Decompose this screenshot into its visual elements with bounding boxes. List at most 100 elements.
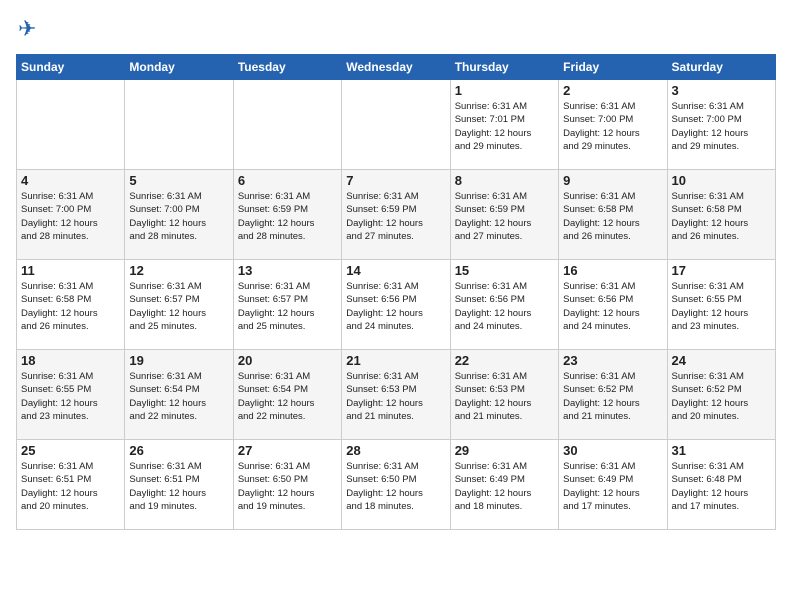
day-info: Sunrise: 6:31 AMSunset: 6:56 PMDaylight:… — [563, 280, 662, 333]
day-number: 22 — [455, 353, 554, 368]
calendar-cell: 2 Sunrise: 6:31 AMSunset: 7:00 PMDaylight… — [559, 80, 667, 170]
day-info: Sunrise: 6:31 AMSunset: 6:49 PMDaylight:… — [563, 460, 662, 513]
day-number: 10 — [672, 173, 771, 188]
day-info: Sunrise: 6:31 AMSunset: 6:51 PMDaylight:… — [129, 460, 228, 513]
day-info: Sunrise: 6:31 AMSunset: 6:59 PMDaylight:… — [346, 190, 445, 243]
day-info: Sunrise: 6:31 AMSunset: 6:50 PMDaylight:… — [238, 460, 337, 513]
day-number: 19 — [129, 353, 228, 368]
day-number: 21 — [346, 353, 445, 368]
calendar-cell: 1Sunrise: 6:31 AMSunset: 7:01 PMDaylight… — [450, 80, 558, 170]
day-info: Sunrise: 6:31 AMSunset: 6:48 PMDaylight:… — [672, 460, 771, 513]
day-info: Sunrise: 6:31 AMSunset: 6:51 PMDaylight:… — [21, 460, 120, 513]
day-number: 26 — [129, 443, 228, 458]
day-number: 30 — [563, 443, 662, 458]
day-info: Sunrise: 6:31 AMSunset: 6:52 PMDaylight:… — [563, 370, 662, 423]
day-number: 29 — [455, 443, 554, 458]
calendar-cell: 29 Sunrise: 6:31 AMSunset: 6:49 PMDayligh… — [450, 440, 558, 530]
day-number: 15 — [455, 263, 554, 278]
day-info: Sunrise: 6:31 AMSunset: 6:57 PMDaylight:… — [129, 280, 228, 333]
weekday-header: Saturday — [667, 55, 775, 80]
day-number: 9 — [563, 173, 662, 188]
day-number: 8 — [455, 173, 554, 188]
day-number: 6 — [238, 173, 337, 188]
calendar-cell: 25 Sunrise: 6:31 AMSunset: 6:51 PMDayligh… — [17, 440, 125, 530]
weekday-header: Friday — [559, 55, 667, 80]
calendar-cell: 16 Sunrise: 6:31 AMSunset: 6:56 PMDayligh… — [559, 260, 667, 350]
day-info: Sunrise: 6:31 AMSunset: 7:00 PMDaylight:… — [563, 100, 662, 153]
calendar-cell: 6 Sunrise: 6:31 AMSunset: 6:59 PMDaylight… — [233, 170, 341, 260]
calendar-cell: 19 Sunrise: 6:31 AMSunset: 6:54 PMDayligh… — [125, 350, 233, 440]
day-info: Sunrise: 6:31 AMSunset: 7:00 PMDaylight:… — [672, 100, 771, 153]
day-number: 16 — [563, 263, 662, 278]
day-number: 20 — [238, 353, 337, 368]
svg-text:✈: ✈ — [18, 16, 36, 41]
day-info: Sunrise: 6:31 AMSunset: 6:50 PMDaylight:… — [346, 460, 445, 513]
calendar-body: 1Sunrise: 6:31 AMSunset: 7:01 PMDaylight… — [17, 80, 776, 530]
day-number: 5 — [129, 173, 228, 188]
day-number: 14 — [346, 263, 445, 278]
day-number: 11 — [21, 263, 120, 278]
calendar-cell: 26 Sunrise: 6:31 AMSunset: 6:51 PMDayligh… — [125, 440, 233, 530]
calendar-cell: 9 Sunrise: 6:31 AMSunset: 6:58 PMDaylight… — [559, 170, 667, 260]
calendar-cell: 7 Sunrise: 6:31 AMSunset: 6:59 PMDaylight… — [342, 170, 450, 260]
day-number: 24 — [672, 353, 771, 368]
calendar-cell: 14 Sunrise: 6:31 AMSunset: 6:56 PMDayligh… — [342, 260, 450, 350]
day-number: 4 — [21, 173, 120, 188]
calendar-week-row: 25 Sunrise: 6:31 AMSunset: 6:51 PMDayligh… — [17, 440, 776, 530]
day-info: Sunrise: 6:31 AMSunset: 7:01 PMDaylight:… — [455, 100, 554, 153]
weekday-header: Wednesday — [342, 55, 450, 80]
day-number: 25 — [21, 443, 120, 458]
day-info: Sunrise: 6:31 AMSunset: 6:56 PMDaylight:… — [455, 280, 554, 333]
day-info: Sunrise: 6:31 AMSunset: 6:58 PMDaylight:… — [21, 280, 120, 333]
weekday-header: Sunday — [17, 55, 125, 80]
calendar-cell: 23 Sunrise: 6:31 AMSunset: 6:52 PMDayligh… — [559, 350, 667, 440]
day-number: 23 — [563, 353, 662, 368]
day-number: 2 — [563, 83, 662, 98]
page-header: ✈ — [16, 16, 776, 44]
day-info: Sunrise: 6:31 AMSunset: 6:53 PMDaylight:… — [346, 370, 445, 423]
calendar-cell — [233, 80, 341, 170]
calendar-cell — [17, 80, 125, 170]
day-info: Sunrise: 6:31 AMSunset: 6:54 PMDaylight:… — [238, 370, 337, 423]
calendar-cell: 17Sunrise: 6:31 AMSunset: 6:55 PMDayligh… — [667, 260, 775, 350]
calendar-cell: 4 Sunrise: 6:31 AMSunset: 7:00 PMDaylight… — [17, 170, 125, 260]
calendar-cell: 12Sunrise: 6:31 AMSunset: 6:57 PMDayligh… — [125, 260, 233, 350]
calendar-week-row: 4 Sunrise: 6:31 AMSunset: 7:00 PMDaylight… — [17, 170, 776, 260]
day-info: Sunrise: 6:31 AMSunset: 6:55 PMDaylight:… — [21, 370, 120, 423]
calendar-table: SundayMondayTuesdayWednesdayThursdayFrid… — [16, 54, 776, 530]
weekday-header: Tuesday — [233, 55, 341, 80]
calendar-week-row: 18 Sunrise: 6:31 AMSunset: 6:55 PMDayligh… — [17, 350, 776, 440]
day-info: Sunrise: 6:31 AMSunset: 7:00 PMDaylight:… — [21, 190, 120, 243]
calendar-cell: 11 Sunrise: 6:31 AMSunset: 6:58 PMDayligh… — [17, 260, 125, 350]
day-info: Sunrise: 6:31 AMSunset: 6:54 PMDaylight:… — [129, 370, 228, 423]
day-number: 7 — [346, 173, 445, 188]
day-number: 31 — [672, 443, 771, 458]
day-number: 18 — [21, 353, 120, 368]
calendar-cell: 13 Sunrise: 6:31 AMSunset: 6:57 PMDayligh… — [233, 260, 341, 350]
calendar-cell: 27 Sunrise: 6:31 AMSunset: 6:50 PMDayligh… — [233, 440, 341, 530]
calendar-cell: 28Sunrise: 6:31 AMSunset: 6:50 PMDayligh… — [342, 440, 450, 530]
calendar-week-row: 11 Sunrise: 6:31 AMSunset: 6:58 PMDayligh… — [17, 260, 776, 350]
calendar-cell: 5Sunrise: 6:31 AMSunset: 7:00 PMDaylight… — [125, 170, 233, 260]
day-info: Sunrise: 6:31 AMSunset: 6:52 PMDaylight:… — [672, 370, 771, 423]
day-number: 13 — [238, 263, 337, 278]
calendar-week-row: 1Sunrise: 6:31 AMSunset: 7:01 PMDaylight… — [17, 80, 776, 170]
calendar-cell: 31 Sunrise: 6:31 AMSunset: 6:48 PMDayligh… — [667, 440, 775, 530]
calendar-cell — [342, 80, 450, 170]
calendar-header: SundayMondayTuesdayWednesdayThursdayFrid… — [17, 55, 776, 80]
weekday-header: Thursday — [450, 55, 558, 80]
day-info: Sunrise: 6:31 AMSunset: 6:58 PMDaylight:… — [563, 190, 662, 243]
calendar-cell: 21 Sunrise: 6:31 AMSunset: 6:53 PMDayligh… — [342, 350, 450, 440]
calendar-cell: 24 Sunrise: 6:31 AMSunset: 6:52 PMDayligh… — [667, 350, 775, 440]
day-number: 27 — [238, 443, 337, 458]
weekday-header: Monday — [125, 55, 233, 80]
day-info: Sunrise: 6:31 AMSunset: 6:53 PMDaylight:… — [455, 370, 554, 423]
day-info: Sunrise: 6:31 AMSunset: 6:49 PMDaylight:… — [455, 460, 554, 513]
day-info: Sunrise: 6:31 AMSunset: 6:59 PMDaylight:… — [238, 190, 337, 243]
calendar-cell: 30 Sunrise: 6:31 AMSunset: 6:49 PMDayligh… — [559, 440, 667, 530]
calendar-cell: 3Sunrise: 6:31 AMSunset: 7:00 PMDaylight… — [667, 80, 775, 170]
calendar-cell: 22 Sunrise: 6:31 AMSunset: 6:53 PMDayligh… — [450, 350, 558, 440]
day-info: Sunrise: 6:31 AMSunset: 6:57 PMDaylight:… — [238, 280, 337, 333]
day-info: Sunrise: 6:31 AMSunset: 6:56 PMDaylight:… — [346, 280, 445, 333]
logo: ✈ — [16, 16, 48, 44]
